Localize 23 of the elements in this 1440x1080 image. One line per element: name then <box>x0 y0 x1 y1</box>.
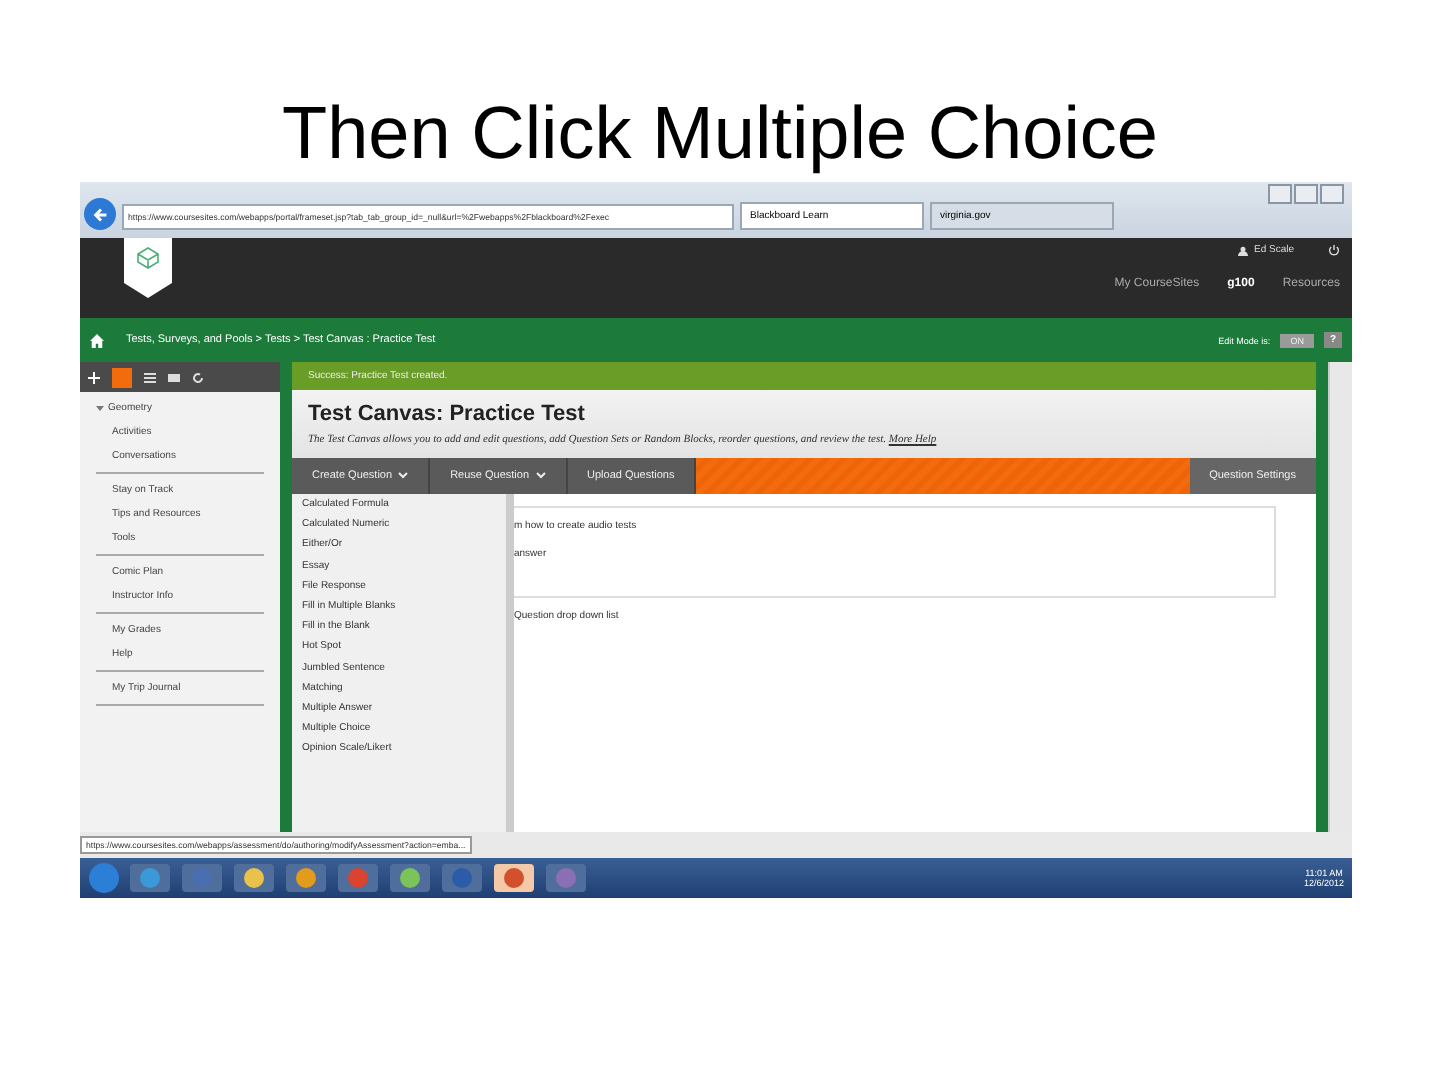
home-icon[interactable] <box>90 333 104 347</box>
app-icon[interactable] <box>232 862 276 894</box>
chevron-down-icon[interactable] <box>398 472 409 480</box>
slide-title: Then Click Multiple Choice <box>279 90 1160 178</box>
start-button[interactable] <box>88 862 120 894</box>
back-button[interactable] <box>84 198 116 230</box>
back-arrow-icon[interactable] <box>91 205 109 223</box>
page-title: Test Canvas: Practice Test <box>308 402 587 426</box>
app-icon[interactable] <box>284 862 328 894</box>
chevron-down-icon[interactable] <box>535 472 546 480</box>
power-icon[interactable] <box>1328 244 1340 256</box>
app-icon[interactable] <box>492 862 536 894</box>
app-icon[interactable] <box>128 862 172 894</box>
refresh-icon[interactable] <box>192 371 204 383</box>
caret-icon[interactable] <box>96 404 104 412</box>
add-icon[interactable] <box>88 371 100 383</box>
list-icon[interactable] <box>144 371 156 383</box>
scrollbar[interactable] <box>1328 362 1352 832</box>
logo-icon[interactable] <box>124 238 172 298</box>
window-controls[interactable] <box>1268 184 1344 204</box>
user-icon <box>1237 245 1248 255</box>
square-icon[interactable] <box>112 367 132 387</box>
app-icon[interactable] <box>388 862 432 894</box>
